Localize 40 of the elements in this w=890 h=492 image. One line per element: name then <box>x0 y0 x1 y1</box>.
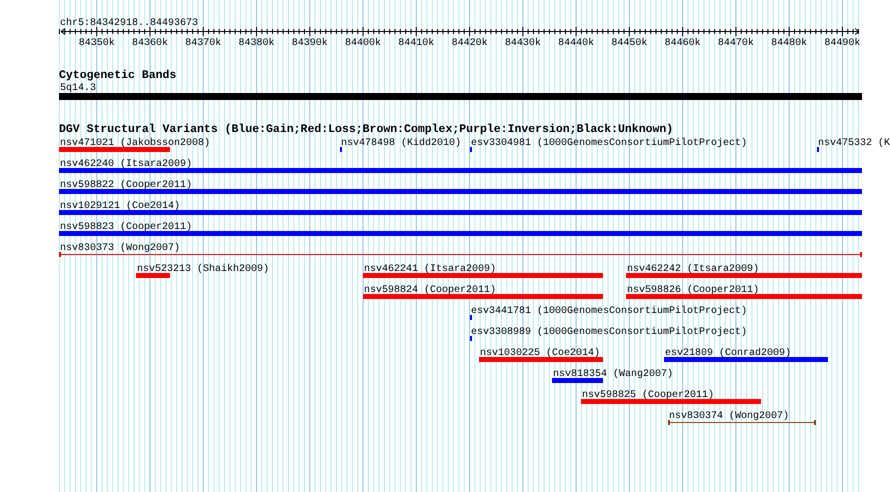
ruler-label: 84430k <box>504 38 541 49</box>
variant-label: nsv478498 (Kidd2010) <box>341 138 462 149</box>
variant-label: esv3304981 (1000GenomesConsortiumPilotProject) <box>471 138 748 149</box>
position-label: chr5:84342918..84493673 <box>60 18 198 29</box>
ruler-label: 84370k <box>185 38 222 49</box>
ruler-label: 84440k <box>558 38 594 49</box>
variant-label: nsv598823 (Cooper2011) <box>60 222 192 233</box>
ruler-label: 84480k <box>771 38 808 49</box>
variant-label: nsv471021 (Jakobsson2008) <box>60 138 210 149</box>
ruler-label: 84400k <box>345 38 382 49</box>
variant-label: nsv1030225 (Coe2014) <box>480 348 600 359</box>
variant-label: esv21809 (Conrad2009) <box>665 348 792 359</box>
variant-label: nsv1029121 (Coe2014) <box>60 201 180 212</box>
ruler-label: 84490k <box>824 38 860 49</box>
ruler-label: 84470k <box>718 38 754 49</box>
ruler-label: 84410k <box>398 38 434 49</box>
variant-label: nsv818354 (Wang2007) <box>553 369 674 380</box>
band-label: 5q14.3 <box>60 83 96 94</box>
track-title: Cytogenetic Bands <box>59 69 176 82</box>
variant-label: nsv830374 (Wong2007) <box>669 411 790 422</box>
variant-label: nsv462240 (Itsara2009) <box>60 159 192 170</box>
variant-label: nsv598822 (Cooper2011) <box>60 180 192 191</box>
ruler-label: 84450k <box>611 38 648 49</box>
variant-label: nsv598826 (Cooper2011) <box>627 285 760 296</box>
variant-label: nsv462242 (Itsara2009) <box>627 264 760 275</box>
variant-label: nsv598824 (Cooper2011) <box>364 285 496 296</box>
ruler-label: 84390k <box>292 38 328 49</box>
ruler-label: 84420k <box>452 38 488 49</box>
variant-label: esv3308989 (1000GenomesConsortiumPilotProject) <box>471 327 748 338</box>
track-title: DGV Structural Variants (Blue:Gain;Red:Loss;Brown:Complex;Purple:Inversion;Black:Unknown) <box>59 123 674 136</box>
ruler-label: 84460k <box>664 38 701 49</box>
variant-label: nsv830373 (Wong2007) <box>60 243 180 254</box>
variant-label: nsv598825 (Cooper2011) <box>582 390 714 401</box>
variant-label: nsv475332 (K <box>818 138 890 149</box>
ruler-label: 84380k <box>238 38 275 49</box>
variant-label: nsv523213 (Shaikh2009) <box>137 264 270 275</box>
ruler-label: 84350k <box>78 38 115 49</box>
variant-label: esv3441781 (1000GenomesConsortiumPilotProject) <box>471 306 748 317</box>
variant-label: nsv462241 (Itsara2009) <box>364 264 496 275</box>
ruler-label: 84360k <box>132 38 168 49</box>
